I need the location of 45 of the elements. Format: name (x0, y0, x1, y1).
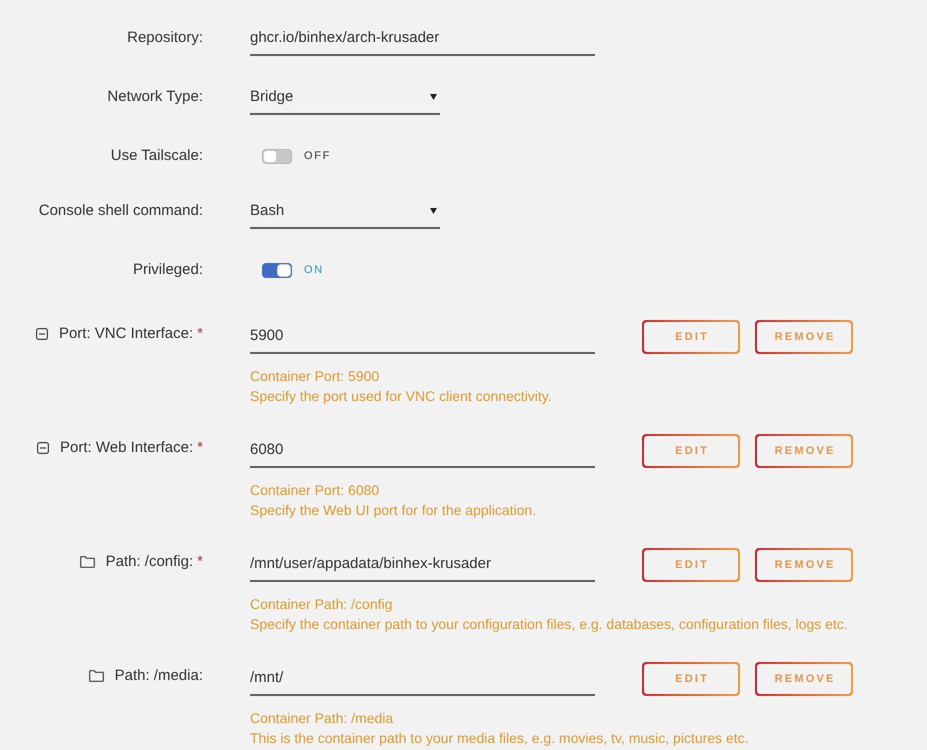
toggle-switch[interactable] (262, 148, 292, 164)
remove-button[interactable]: REMOVE (755, 434, 853, 468)
field-label: Port: Web Interface: (60, 438, 194, 458)
field-label: Privileged: (132, 260, 203, 280)
field-label: Repository: (127, 28, 203, 48)
select-field[interactable]: Bridge (250, 83, 440, 115)
container-target-text: Container Path: /config (250, 595, 394, 614)
description-text: This is the container path to your media files, e.g. movies, tv, music, pictures etc. (250, 729, 750, 748)
remove-button[interactable]: REMOVE (755, 548, 853, 582)
text-field[interactable]: /mnt/ (250, 664, 595, 696)
remove-button[interactable]: REMOVE (755, 320, 853, 354)
field-label: Console shell command: (38, 201, 203, 221)
select-field[interactable]: Bash (250, 197, 440, 229)
edit-button[interactable]: EDIT (642, 662, 740, 696)
remove-button[interactable]: REMOVE (755, 662, 853, 696)
toggle-state-text: OFF (304, 148, 331, 164)
field-label: Network Type: (107, 87, 203, 107)
text-field[interactable]: ghcr.io/binhex/arch-krusader (250, 24, 595, 56)
required-asterisk: * (197, 552, 203, 572)
text-field[interactable]: 6080 (250, 436, 595, 468)
required-asterisk: * (197, 324, 203, 344)
field-label: Path: /config: (106, 552, 194, 572)
container-target-text: Container Port: 5900 (250, 367, 380, 386)
minus-square-icon (37, 442, 50, 454)
required-asterisk: * (197, 438, 203, 458)
description-text: Specify the Web UI port for for the application. (250, 501, 538, 520)
minus-square-icon (36, 328, 48, 340)
toggle-switch[interactable] (262, 262, 292, 278)
edit-button[interactable]: EDIT (642, 548, 740, 582)
text-field[interactable]: 5900 (250, 322, 595, 354)
field-label: Use Tailscale: (110, 146, 203, 166)
edit-button[interactable]: EDIT (642, 320, 740, 354)
caret-icon (430, 208, 437, 214)
container-target-text: Container Path: /media (250, 709, 394, 728)
description-text: Specify the port used for VNC client connectivity. (250, 387, 553, 406)
caret-icon (430, 94, 437, 100)
folder-icon (80, 556, 95, 568)
text-field[interactable]: /mnt/user/appadata/binhex-krusader (250, 550, 595, 582)
toggle-state-text: ON (304, 262, 324, 278)
container-target-text: Container Port: 6080 (250, 481, 380, 500)
field-label: Path: /media: (114, 666, 203, 686)
description-text: Specify the container path to your configuration files, e.g. databases, configuration files, logs etc. (250, 615, 849, 634)
folder-icon (88, 670, 104, 682)
edit-button[interactable]: EDIT (642, 434, 740, 468)
field-label: Port: VNC Interface: (58, 324, 194, 344)
